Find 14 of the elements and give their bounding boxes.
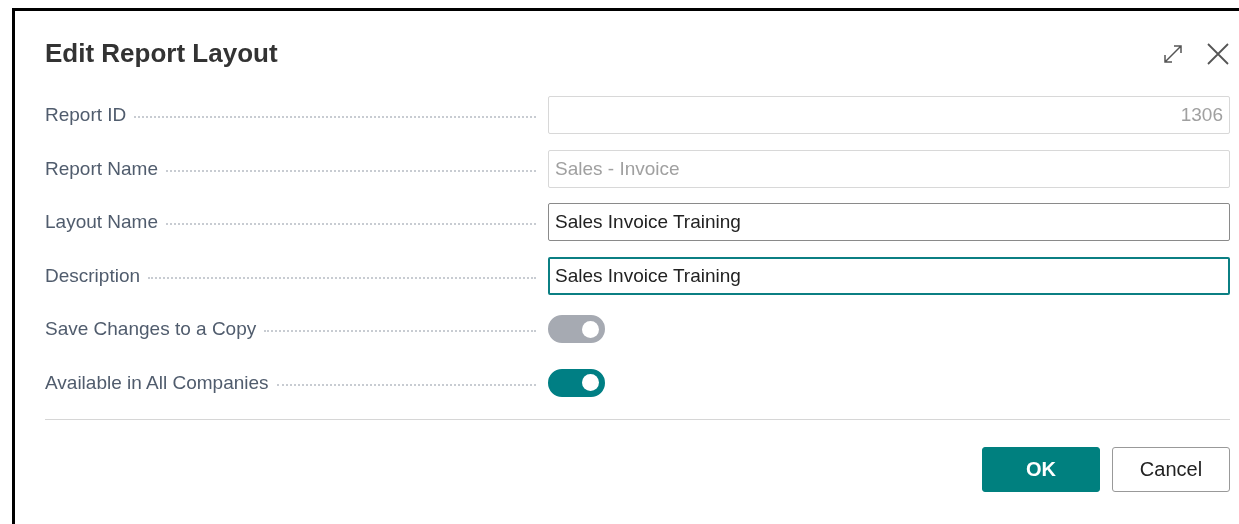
toggle-switch[interactable] <box>548 368 605 397</box>
expand-icon[interactable] <box>1162 42 1184 65</box>
ok-button[interactable]: OK <box>982 446 1100 492</box>
close-icon[interactable] <box>1206 41 1230 66</box>
dialog-title: Edit Report Layout <box>45 38 278 69</box>
input-field[interactable]: Sales Invoice Training <box>548 203 1230 241</box>
field-label: Report Name <box>45 157 158 180</box>
input-field[interactable]: Sales Invoice Training <box>548 256 1230 295</box>
field-label: Report ID <box>45 104 127 126</box>
cancel-button[interactable]: Cancel <box>1112 446 1230 492</box>
field-label: Description <box>45 264 141 287</box>
field-label: Layout Name <box>45 211 158 233</box>
field-label: Available in All Companies <box>45 371 269 394</box>
field-label: Save Changes to a Copy <box>45 318 257 340</box>
